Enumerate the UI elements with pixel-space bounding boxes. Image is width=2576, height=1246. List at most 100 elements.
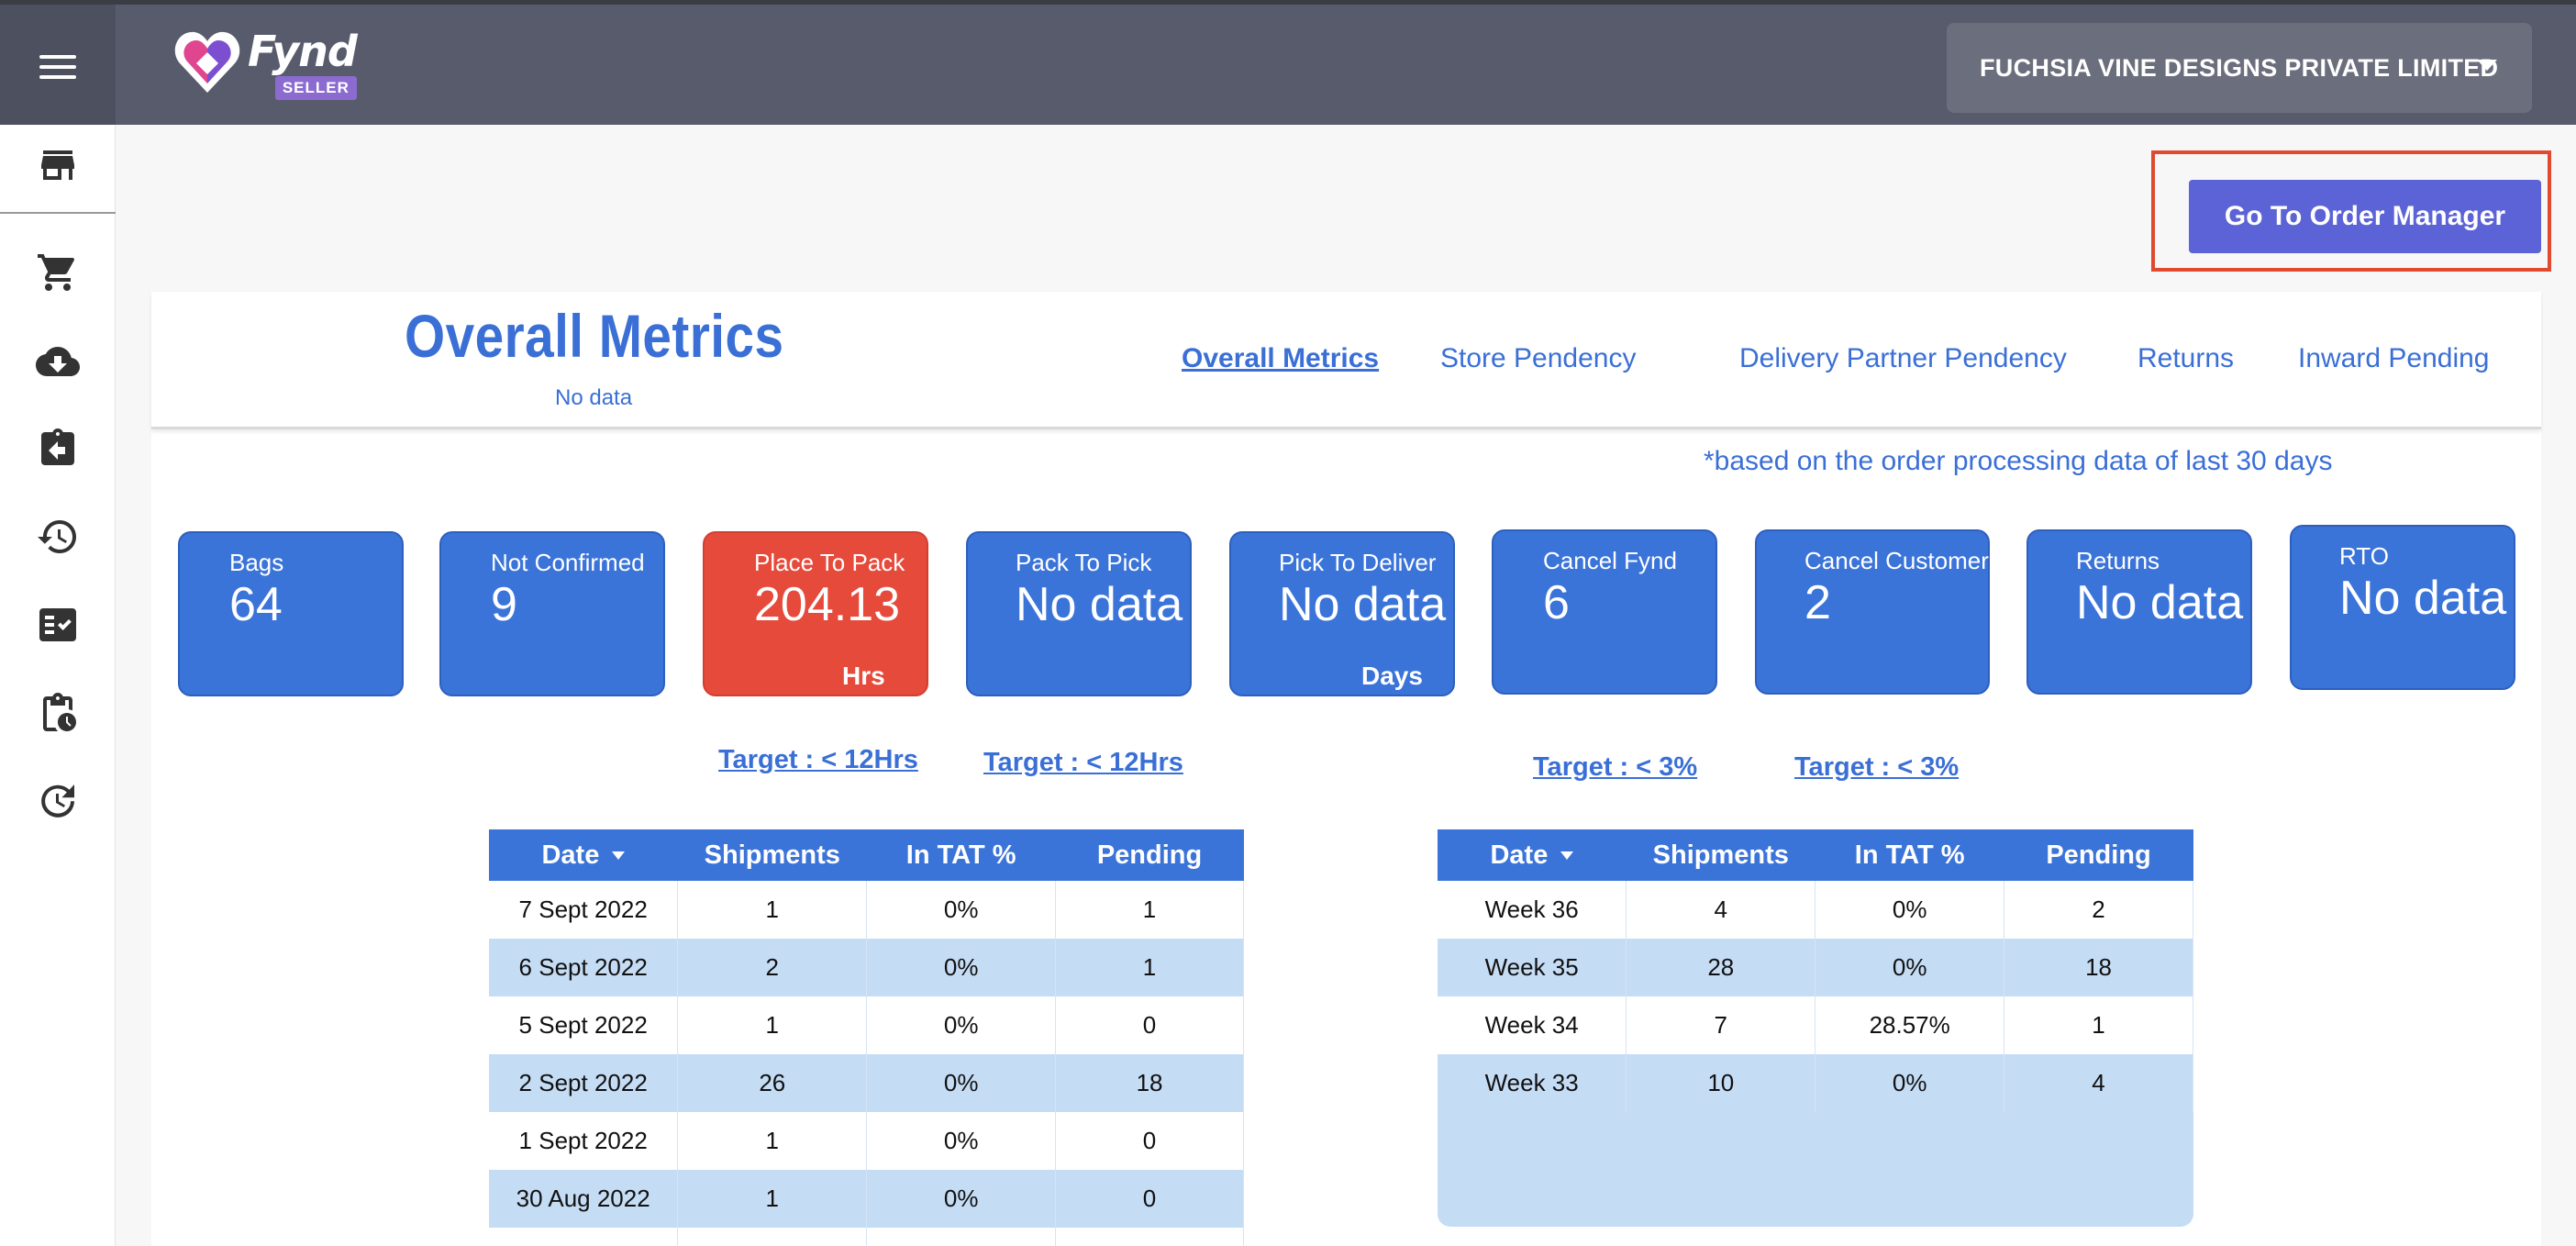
metric-label: Returns: [2076, 547, 2160, 574]
cell-in-tat: 28.57%: [1815, 996, 2005, 1054]
fynd-seller-logo[interactable]: Fynd SELLER: [174, 27, 358, 115]
column-header-in-tat[interactable]: In TAT %: [1815, 829, 2004, 881]
cell-in-tat: 0%: [866, 1112, 1057, 1170]
column-header-pending[interactable]: Pending: [2004, 829, 2193, 881]
cell-empty: [1055, 1228, 1244, 1246]
target-link[interactable]: Target : < 12Hrs: [983, 748, 1183, 778]
table-row: Week 33 10 0% 4: [1438, 1054, 2193, 1112]
metric-label: Cancel Customer: [1804, 547, 1989, 574]
company-name: FUCHSIA VINE DESIGNS PRIVATE LIMITED: [1980, 53, 2499, 82]
sidebar-divider: [0, 212, 116, 214]
cell-empty: [866, 1228, 1057, 1246]
cell-pending: 4: [2004, 1054, 2193, 1112]
history-icon: [38, 520, 76, 553]
cell-shipments: 1: [677, 1112, 868, 1170]
sidebar: [0, 125, 116, 1246]
menu-button[interactable]: [0, 5, 116, 129]
daily-tat-table: Date Shipments In TAT % Pending 7 Sept 2…: [489, 829, 1244, 1246]
target-link[interactable]: Target : < 3%: [1794, 752, 1959, 783]
cell-date: Week 36: [1438, 881, 1627, 939]
metric-card[interactable]: Pack To Pick No data: [966, 531, 1192, 696]
cell-in-tat: 0%: [1815, 881, 2005, 939]
page-title: Overall Metrics: [405, 302, 784, 370]
metric-label: RTO: [2339, 542, 2389, 570]
cell-shipments: 28: [1626, 939, 1816, 996]
metric-value: No data: [2076, 576, 2244, 629]
metric-card[interactable]: RTO No data: [2290, 525, 2515, 690]
column-header-in-tat[interactable]: In TAT %: [866, 829, 1056, 881]
clipboard-clock-icon: [43, 693, 76, 731]
target-link[interactable]: Target : < 3%: [1533, 752, 1697, 783]
company-select[interactable]: FUCHSIA VINE DESIGNS PRIVATE LIMITED: [1947, 23, 2532, 113]
cell-shipments: 10: [1626, 1054, 1816, 1112]
sort-down-icon: [1560, 851, 1574, 861]
sidebar-item-downloads[interactable]: [0, 325, 116, 398]
metric-label: Cancel Fynd: [1543, 547, 1677, 574]
cell-in-tat: 0%: [866, 881, 1057, 939]
cell-shipments: 4: [1626, 881, 1816, 939]
cell-shipments: 1: [677, 996, 868, 1054]
returns-icon: [41, 428, 74, 465]
table-row: 5 Sept 2022 1 0% 0: [489, 996, 1244, 1054]
metric-card[interactable]: Bags 64: [178, 531, 404, 696]
cell-in-tat: 0%: [866, 996, 1057, 1054]
metric-value: No data: [1016, 578, 1183, 631]
cell-in-tat: 0%: [866, 1170, 1057, 1228]
sidebar-item-history[interactable]: [0, 500, 116, 573]
logo-badge: SELLER: [274, 76, 357, 100]
tab-store-pendency[interactable]: Store Pendency: [1440, 343, 1636, 374]
table-row: Week 35 28 0% 18: [1438, 939, 2193, 996]
metric-value: 204.13: [754, 578, 901, 631]
metric-card[interactable]: Cancel Customer 2: [1755, 529, 1990, 695]
sidebar-item-stores[interactable]: [0, 128, 116, 202]
metric-label: Bags: [229, 549, 284, 576]
column-header-shipments[interactable]: Shipments: [677, 829, 867, 881]
tab-returns[interactable]: Returns: [2137, 343, 2234, 374]
metric-card[interactable]: Not Confirmed 9: [439, 531, 665, 696]
cell-date: Week 35: [1438, 939, 1627, 996]
table-row: [489, 1228, 1244, 1246]
metric-value: 6: [1543, 576, 1570, 629]
sidebar-item-returns[interactable]: [0, 412, 116, 485]
sort-down-icon: [612, 851, 626, 861]
cell-pending: 0: [1055, 1112, 1244, 1170]
cell-in-tat: 0%: [1815, 939, 2005, 996]
cell-in-tat: 0%: [1815, 1054, 2005, 1112]
metric-value: 64: [229, 578, 283, 631]
column-header-pending[interactable]: Pending: [1055, 829, 1244, 881]
cell-pending: 1: [2004, 996, 2193, 1054]
cell-pending: 2: [2004, 881, 2193, 939]
cloud-download-icon: [36, 347, 80, 376]
metric-value: No data: [1279, 578, 1447, 631]
table-row: 2 Sept 2022 26 0% 18: [489, 1054, 1244, 1112]
target-link[interactable]: Target : < 12Hrs: [718, 745, 918, 775]
metric-card[interactable]: Pick To Deliver No data Days: [1229, 531, 1455, 696]
tab-delivery-partner-pendency[interactable]: Delivery Partner Pendency: [1739, 343, 2067, 374]
sidebar-item-pending[interactable]: [0, 676, 116, 750]
tab-inward-pending[interactable]: Inward Pending: [2298, 343, 2489, 374]
cell-date: 1 Sept 2022: [489, 1112, 679, 1170]
metric-card[interactable]: Cancel Fynd 6: [1492, 529, 1717, 695]
sidebar-item-updates[interactable]: [0, 764, 116, 838]
go-to-order-manager-button[interactable]: Go To Order Manager: [2189, 180, 2541, 253]
metric-value: No data: [2339, 572, 2507, 625]
chevron-down-icon: [2477, 60, 2497, 71]
cell-pending: 18: [1055, 1054, 1244, 1112]
column-header-date[interactable]: Date: [1438, 829, 1627, 881]
column-header-date[interactable]: Date: [489, 829, 678, 881]
metric-card[interactable]: Returns No data: [2026, 529, 2252, 695]
cell-date: 6 Sept 2022: [489, 939, 679, 996]
metric-card-alert[interactable]: Place To Pack 204.13 Hrs: [703, 531, 928, 696]
metric-unit: Days: [1361, 662, 1423, 690]
column-header-shipments[interactable]: Shipments: [1626, 829, 1815, 881]
sidebar-item-orders[interactable]: [0, 236, 116, 309]
cell-pending: 1: [1055, 939, 1244, 996]
table-row: 1 Sept 2022 1 0% 0: [489, 1112, 1244, 1170]
fynd-heart-icon: [174, 31, 240, 93]
store-icon: [41, 150, 74, 180]
cell-in-tat: 0%: [866, 1054, 1057, 1112]
cell-empty: [489, 1228, 679, 1246]
tab-overall-metrics[interactable]: Overall Metrics: [1182, 343, 1379, 374]
sidebar-item-tasks[interactable]: [0, 588, 116, 662]
metric-label: Pack To Pick: [1016, 549, 1152, 576]
